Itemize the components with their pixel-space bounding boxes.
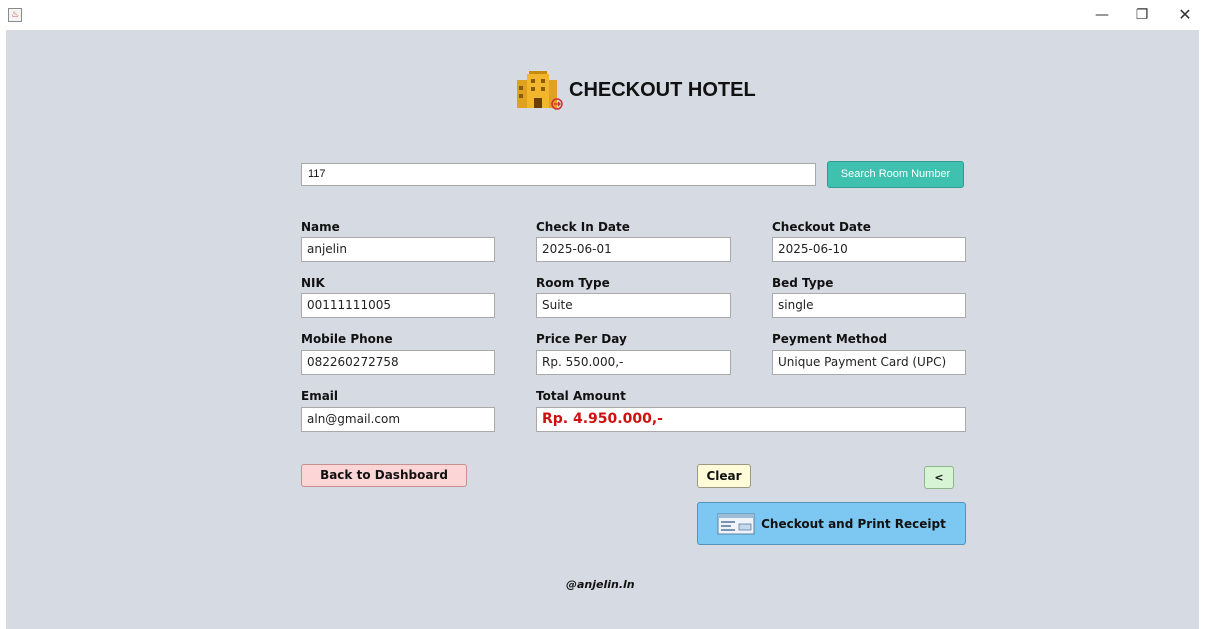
checkout-print-receipt-button[interactable]: Checkout and Print Receipt	[697, 502, 966, 545]
mobile-phone-label: Mobile Phone	[301, 332, 393, 346]
email-field[interactable]: aln@gmail.com	[301, 407, 495, 432]
window-titlebar: ♨ — ❐ ✕	[0, 0, 1207, 30]
room-number-search-input[interactable]: 117	[301, 163, 816, 186]
hotel-checkout-icon	[517, 71, 563, 110]
back-arrow-button[interactable]: <	[924, 466, 954, 489]
page-title: CHECKOUT HOTEL	[569, 78, 756, 101]
price-per-day-label: Price Per Day	[536, 332, 627, 346]
bed-type-label: Bed Type	[772, 276, 834, 290]
nik-label: NIK	[301, 276, 325, 290]
checkin-date-label: Check In Date	[536, 220, 630, 234]
mobile-phone-field[interactable]: 082260272758	[301, 350, 495, 375]
checkout-date-field[interactable]: 2025-06-10	[772, 237, 966, 262]
name-label: Name	[301, 220, 340, 234]
room-type-field[interactable]: Suite	[536, 293, 731, 318]
payment-method-label: Peyment Method	[772, 332, 888, 346]
email-label: Email	[301, 389, 339, 403]
room-type-label: Room Type	[536, 276, 610, 290]
back-to-dashboard-button[interactable]: Back to Dashboard	[301, 464, 467, 487]
search-room-button[interactable]: Search Room Number	[827, 161, 964, 188]
minimize-button[interactable]: —	[1082, 0, 1122, 30]
page-header: CHECKOUT HOTEL	[515, 70, 756, 110]
payment-method-field[interactable]: Unique Payment Card (UPC)	[772, 350, 966, 375]
receipt-icon	[717, 513, 755, 534]
java-app-icon: ♨	[8, 8, 22, 22]
name-field[interactable]: anjelin	[301, 237, 495, 262]
maximize-button[interactable]: ❐	[1122, 0, 1162, 30]
checkin-date-field[interactable]: 2025-06-01	[536, 237, 731, 262]
footer-credit: @anjelin.ln	[566, 578, 635, 591]
clear-button[interactable]: Clear	[697, 464, 751, 488]
total-amount-field[interactable]: Rp. 4.950.000,-	[536, 407, 966, 432]
nik-field[interactable]: 00111111005	[301, 293, 495, 318]
close-button[interactable]: ✕	[1165, 0, 1205, 30]
checkout-print-receipt-label: Checkout and Print Receipt	[761, 516, 946, 531]
total-amount-label: Total Amount	[536, 389, 626, 403]
checkout-date-label: Checkout Date	[772, 220, 871, 234]
bed-type-field[interactable]: single	[772, 293, 966, 318]
price-per-day-field[interactable]: Rp. 550.000,-	[536, 350, 731, 375]
checkout-panel: CHECKOUT HOTEL 117 Search Room Number Na…	[6, 30, 1199, 629]
